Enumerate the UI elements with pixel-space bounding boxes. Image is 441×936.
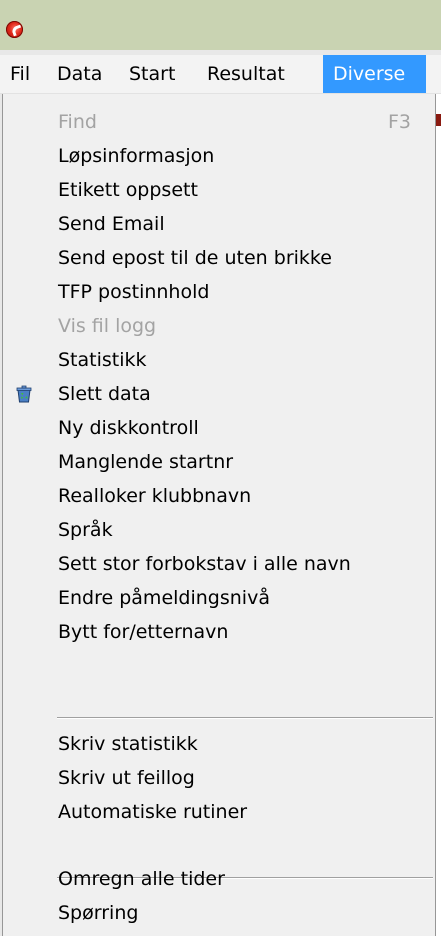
menu-item-omregn-alle-tider[interactable]: Omregn alle tider [3, 862, 435, 896]
menu-item-skriv-ut-feillog[interactable]: Skriv ut feillog [3, 761, 435, 795]
menu-item-label: Realloker klubbnavn [58, 485, 252, 507]
menu-bar: Fil Data Start Resultat Diverse [0, 55, 441, 94]
title-bar [0, 0, 441, 50]
menu-overflow-item[interactable] [435, 55, 441, 93]
menu-data[interactable]: Data [47, 55, 112, 93]
menu-item-lopsinformasjon[interactable]: Løpsinformasjon [3, 139, 435, 173]
menu-item-label: Skriv statistikk [58, 733, 198, 755]
menu-item-label: Bytt for/etternavn [58, 621, 229, 643]
menu-separator [57, 717, 433, 719]
background-content [436, 114, 441, 126]
recycle-bin-icon [16, 385, 32, 403]
menu-item-vis-fil-logg[interactable]: Vis fil logg [3, 309, 435, 343]
menu-item-endre-pameldingsniva[interactable]: Endre påmeldingsnivå [3, 581, 435, 615]
menu-resultat[interactable]: Resultat [197, 55, 295, 93]
menu-item-etikett-oppsett[interactable]: Etikett oppsett [3, 173, 435, 207]
menu-item-slett-data[interactable]: Slett data [3, 377, 435, 411]
menu-item-label: Automatiske rutiner [58, 801, 248, 823]
menu-item-statistikk[interactable]: Statistikk [3, 343, 435, 377]
menu-item-sett-stor-forbokstav[interactable]: Sett stor forbokstav i alle navn [3, 547, 435, 581]
menu-item-label: Endre påmeldingsnivå [58, 587, 270, 609]
menu-item-label: Etikett oppsett [58, 179, 198, 201]
menu-item-label: Vis fil logg [58, 315, 157, 337]
menu-item-label: Omregn alle tider [58, 868, 225, 890]
menu-item-label: Manglende startnr [58, 451, 234, 473]
menu-item-label: Løpsinformasjon [58, 145, 215, 167]
menu-item-ny-diskkontroll[interactable]: Ny diskkontroll [3, 411, 435, 445]
menu-item-skriv-statistikk[interactable]: Skriv statistikk [3, 727, 435, 761]
menu-item-label: Sett stor forbokstav i alle navn [58, 553, 351, 575]
menu-item-send-email[interactable]: Send Email [3, 207, 435, 241]
menu-item-shortcut: F3 [387, 111, 411, 133]
app-logo-icon[interactable] [6, 21, 23, 38]
menu-item-manglende-startnr[interactable]: Manglende startnr [3, 445, 435, 479]
menu-item-label: Spørring [58, 902, 139, 924]
menu-item-automatiske-rutiner[interactable]: Automatiske rutiner [3, 795, 435, 829]
background-window-edge [436, 94, 441, 936]
menu-item-label: Ny diskkontroll [58, 417, 199, 439]
menu-diverse[interactable]: Diverse [323, 55, 426, 93]
menu-item-label: Språk [58, 519, 113, 541]
menu-item-tfp-postinnhold[interactable]: TFP postinnhold [3, 275, 435, 309]
menu-fil[interactable]: Fil [0, 55, 40, 93]
menu-item-label: TFP postinnhold [58, 281, 210, 303]
menu-item-label: Skriv ut feillog [58, 767, 195, 789]
menu-item-sprak[interactable]: Språk [3, 513, 435, 547]
menu-item-send-epost-uten-brikke[interactable]: Send epost til de uten brikke [3, 241, 435, 275]
menu-item-bytt-for-etternavn[interactable]: Bytt for/etternavn [3, 615, 435, 649]
menu-start[interactable]: Start [119, 55, 185, 93]
menu-item-realloker-klubbnavn[interactable]: Realloker klubbnavn [3, 479, 435, 513]
menu-item-find[interactable]: Find F3 [3, 105, 435, 139]
menu-item-label: Slett data [58, 383, 151, 405]
menu-item-label: Find [58, 111, 97, 133]
menu-item-label: Send Email [58, 213, 165, 235]
diverse-dropdown-menu: Find F3 Løpsinformasjon Etikett oppsett … [2, 94, 436, 936]
menu-item-sporring[interactable]: Spørring [3, 896, 435, 930]
menu-item-label: Statistikk [58, 349, 147, 371]
menu-item-label: Send epost til de uten brikke [58, 247, 332, 269]
